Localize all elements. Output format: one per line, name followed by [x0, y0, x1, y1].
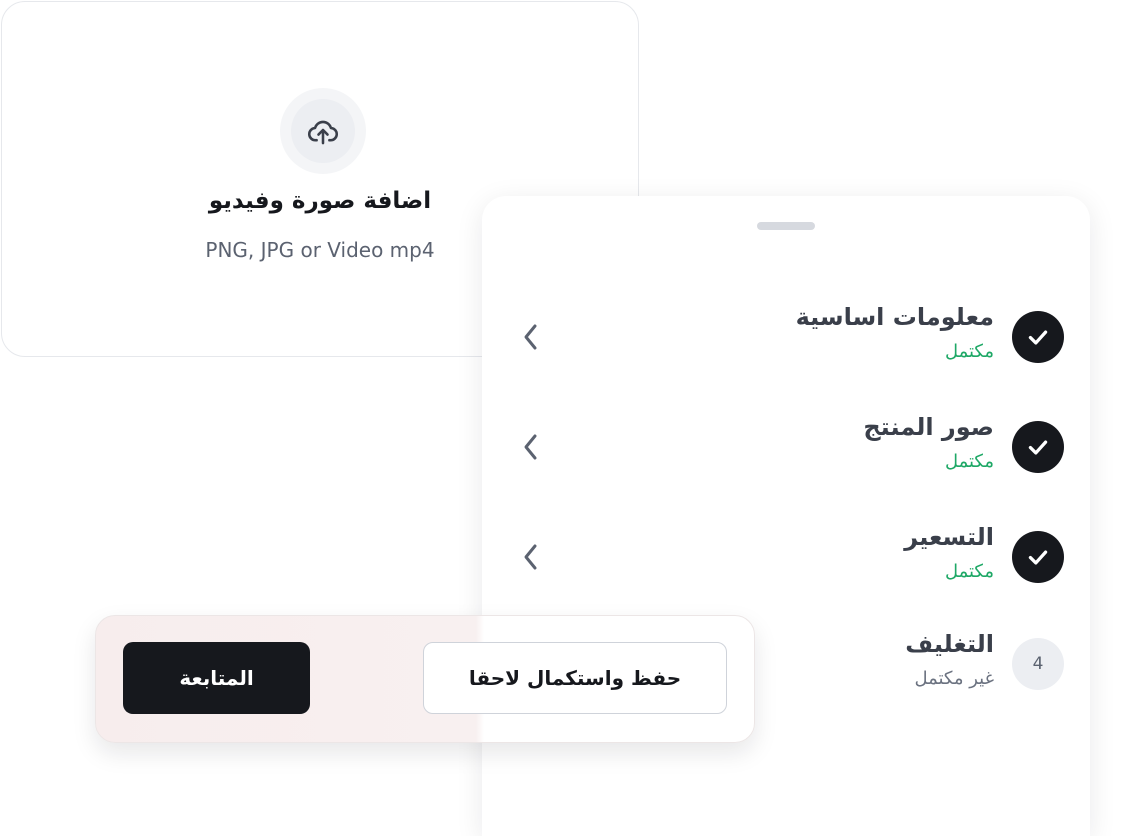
step-status-marker [1012, 421, 1064, 473]
step-status-marker [1012, 311, 1064, 363]
save-and-continue-later-button[interactable]: حفظ واستكمال لاحقا [423, 642, 727, 714]
checkmark-icon [1028, 550, 1048, 565]
step-title: معلومات اساسية [795, 303, 994, 331]
chevron-left-icon[interactable] [516, 431, 546, 463]
step-item-basic-info[interactable]: معلومات اساسية مكتمل [482, 297, 1090, 377]
step-status-text: مكتمل [944, 561, 994, 582]
action-bar: المتابعة حفظ واستكمال لاحقا [95, 615, 755, 743]
step-status-text: مكتمل [944, 341, 994, 362]
step-title: صور المنتج [863, 413, 994, 441]
cloud-upload-icon [307, 120, 339, 145]
step-title: التسعير [904, 523, 994, 551]
step-number-badge: 4 [1012, 638, 1064, 690]
chevron-left-icon[interactable] [516, 541, 546, 573]
step-status-marker [1012, 531, 1064, 583]
checkmark-icon [1028, 330, 1048, 345]
checkmark-icon [1028, 440, 1048, 455]
step-status-text: مكتمل [944, 451, 994, 472]
step-item-product-images[interactable]: صور المنتج مكتمل [482, 407, 1090, 487]
continue-button[interactable]: المتابعة [123, 642, 310, 714]
chevron-left-icon[interactable] [516, 321, 546, 353]
upload-icon-inner-circle [291, 99, 355, 163]
step-title: التغليف [905, 630, 994, 658]
step-item-pricing[interactable]: التسعير مكتمل [482, 517, 1090, 597]
step-status-text: غير مكتمل [914, 668, 994, 689]
sheet-drag-handle[interactable] [757, 222, 815, 230]
upload-icon-circle[interactable] [280, 88, 366, 174]
